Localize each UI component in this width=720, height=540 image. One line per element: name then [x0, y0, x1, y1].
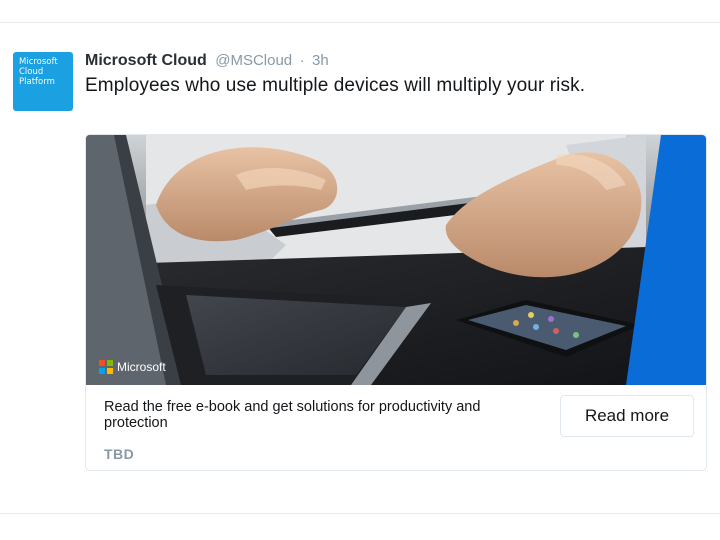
avatar-text-line-2: Cloud [19, 67, 44, 77]
display-name[interactable]: Microsoft Cloud [85, 52, 207, 69]
card-image[interactable] [86, 135, 707, 385]
avatar-text-line-3: Platform [19, 77, 55, 87]
user-handle[interactable]: @MSCloud [215, 52, 292, 69]
link-card[interactable]: Microsoft Read the free e-book and get s… [85, 134, 707, 471]
microsoft-logo-text: Microsoft [117, 360, 166, 374]
avatar-text-line-1: Microsoft [19, 57, 58, 67]
tweet-text: Employees who use multiple devices will … [85, 75, 586, 96]
avatar[interactable]: Microsoft Cloud Platform [13, 52, 73, 111]
tweet-header: Microsoft Cloud @MSCloud · 3h [85, 52, 329, 72]
card-description[interactable]: Read the free e-book and get solutions f… [104, 399, 534, 431]
bottom-divider [0, 513, 720, 514]
card-domain: TBD [104, 446, 135, 462]
top-divider [0, 22, 720, 23]
microsoft-logo: Microsoft [99, 360, 166, 374]
microsoft-logo-icon [99, 360, 113, 374]
read-more-button[interactable]: Read more [560, 395, 694, 437]
header-separator: · [299, 52, 305, 69]
tweet-timestamp[interactable]: 3h [312, 52, 329, 69]
